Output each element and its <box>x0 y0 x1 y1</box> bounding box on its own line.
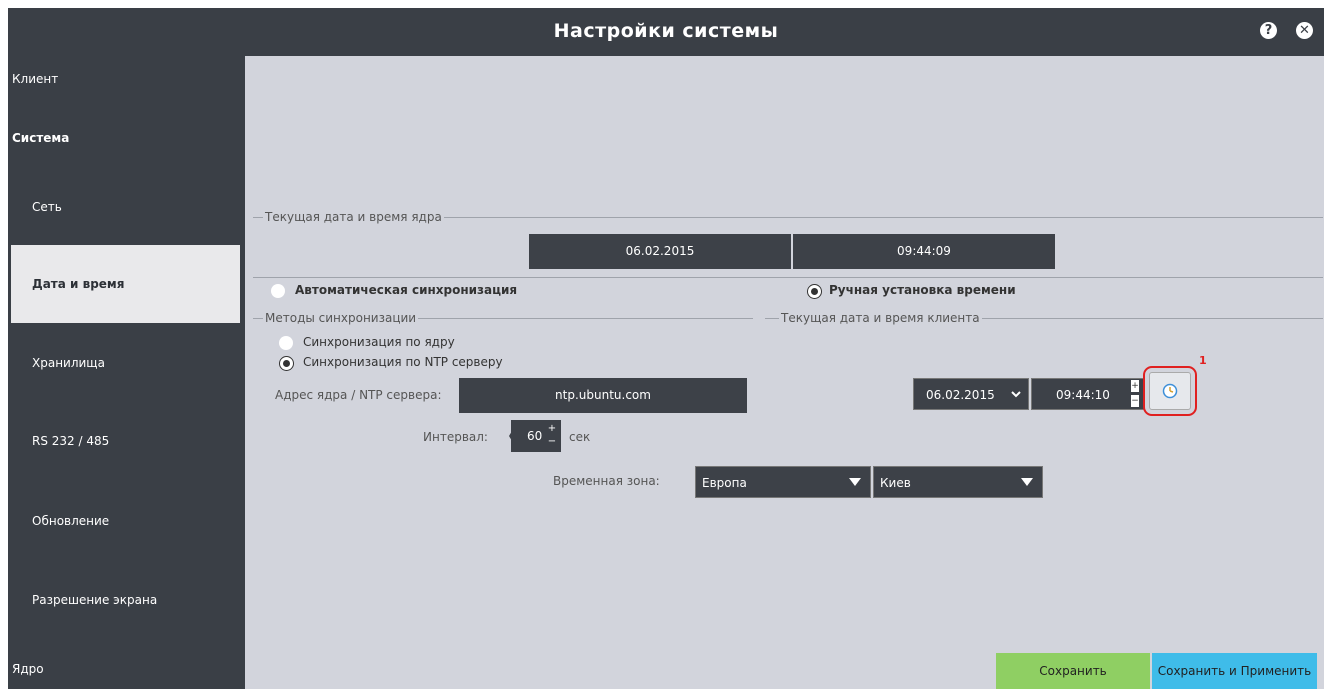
sync-core-label: Синхронизация по ядру <box>303 335 455 349</box>
timezone-city-select[interactable]: Киев <box>873 466 1043 498</box>
sync-ntp-radio[interactable] <box>279 356 294 371</box>
sidebar: Клиент Система Сеть Дата и время Хранили… <box>8 56 245 689</box>
sidebar-item-storage[interactable]: Хранилища <box>32 356 105 370</box>
sidebar-item-datetime[interactable]: Дата и время <box>32 277 124 291</box>
window-title: Настройки системы <box>553 20 779 42</box>
client-time-legend: Текущая дата и время клиента <box>779 311 982 325</box>
client-time-stepper[interactable]: 09:44:10 <box>1031 378 1145 410</box>
save-apply-button[interactable]: Сохранить и Применить <box>1152 653 1317 689</box>
core-date-display: 06.02.2015 <box>529 234 791 269</box>
close-icon[interactable]: ✕ <box>1296 22 1313 39</box>
interval-unit: сек <box>569 430 591 444</box>
interval-label: Интервал: <box>423 430 488 444</box>
help-icon[interactable]: ? <box>1260 22 1277 39</box>
timezone-region-select[interactable]: Европа <box>695 466 871 498</box>
manual-time-radio[interactable] <box>807 284 822 299</box>
core-time-legend: Текущая дата и время ядра <box>263 210 444 224</box>
auto-sync-label: Автоматическая синхронизация <box>295 283 518 297</box>
ntp-address-input[interactable]: ntp.ubuntu.com <box>459 378 747 413</box>
save-button[interactable]: Сохранить <box>996 653 1150 689</box>
sidebar-item-rs232[interactable]: RS 232 / 485 <box>32 434 109 448</box>
auto-sync-radio[interactable] <box>271 284 285 298</box>
time-increment-button[interactable]: + <box>1131 380 1139 392</box>
sync-core-radio[interactable] <box>279 336 293 350</box>
sidebar-item-core[interactable]: Ядро <box>12 662 44 676</box>
annotation-number: 1 <box>1199 354 1207 367</box>
interval-increment-button[interactable]: + <box>547 422 557 435</box>
divider <box>253 277 1323 278</box>
core-time-display: 09:44:09 <box>793 234 1055 269</box>
time-decrement-button[interactable]: − <box>1131 395 1139 407</box>
clock-icon <box>1162 383 1178 399</box>
timezone-label: Временная зона: <box>553 474 660 488</box>
chevron-down-icon <box>849 478 861 486</box>
sidebar-item-resolution[interactable]: Разрешение экрана <box>32 593 157 607</box>
chevron-down-icon <box>1021 478 1033 486</box>
sync-methods-legend: Методы синхронизации <box>263 311 419 325</box>
sync-ntp-label: Синхронизация по NTP серверу <box>303 355 503 369</box>
sidebar-item-update[interactable]: Обновление <box>32 514 109 528</box>
title-bar: Настройки системы ? ✕ <box>8 8 1324 56</box>
interval-decrement-button[interactable]: − <box>547 435 557 448</box>
sidebar-item-client[interactable]: Клиент <box>12 72 58 86</box>
address-label: Адрес ядра / NTP сервера: <box>275 388 442 402</box>
settings-window: Настройки системы ? ✕ Клиент Система Сет… <box>8 8 1324 689</box>
sync-time-button[interactable] <box>1149 372 1191 410</box>
sidebar-item-network[interactable]: Сеть <box>32 200 62 214</box>
chevron-down-icon <box>1011 391 1021 398</box>
content-panel: Текущая дата и время ядра 06.02.2015 09:… <box>245 56 1324 689</box>
manual-time-label: Ручная установка времени <box>829 283 1016 297</box>
sidebar-item-system[interactable]: Система <box>12 131 69 145</box>
